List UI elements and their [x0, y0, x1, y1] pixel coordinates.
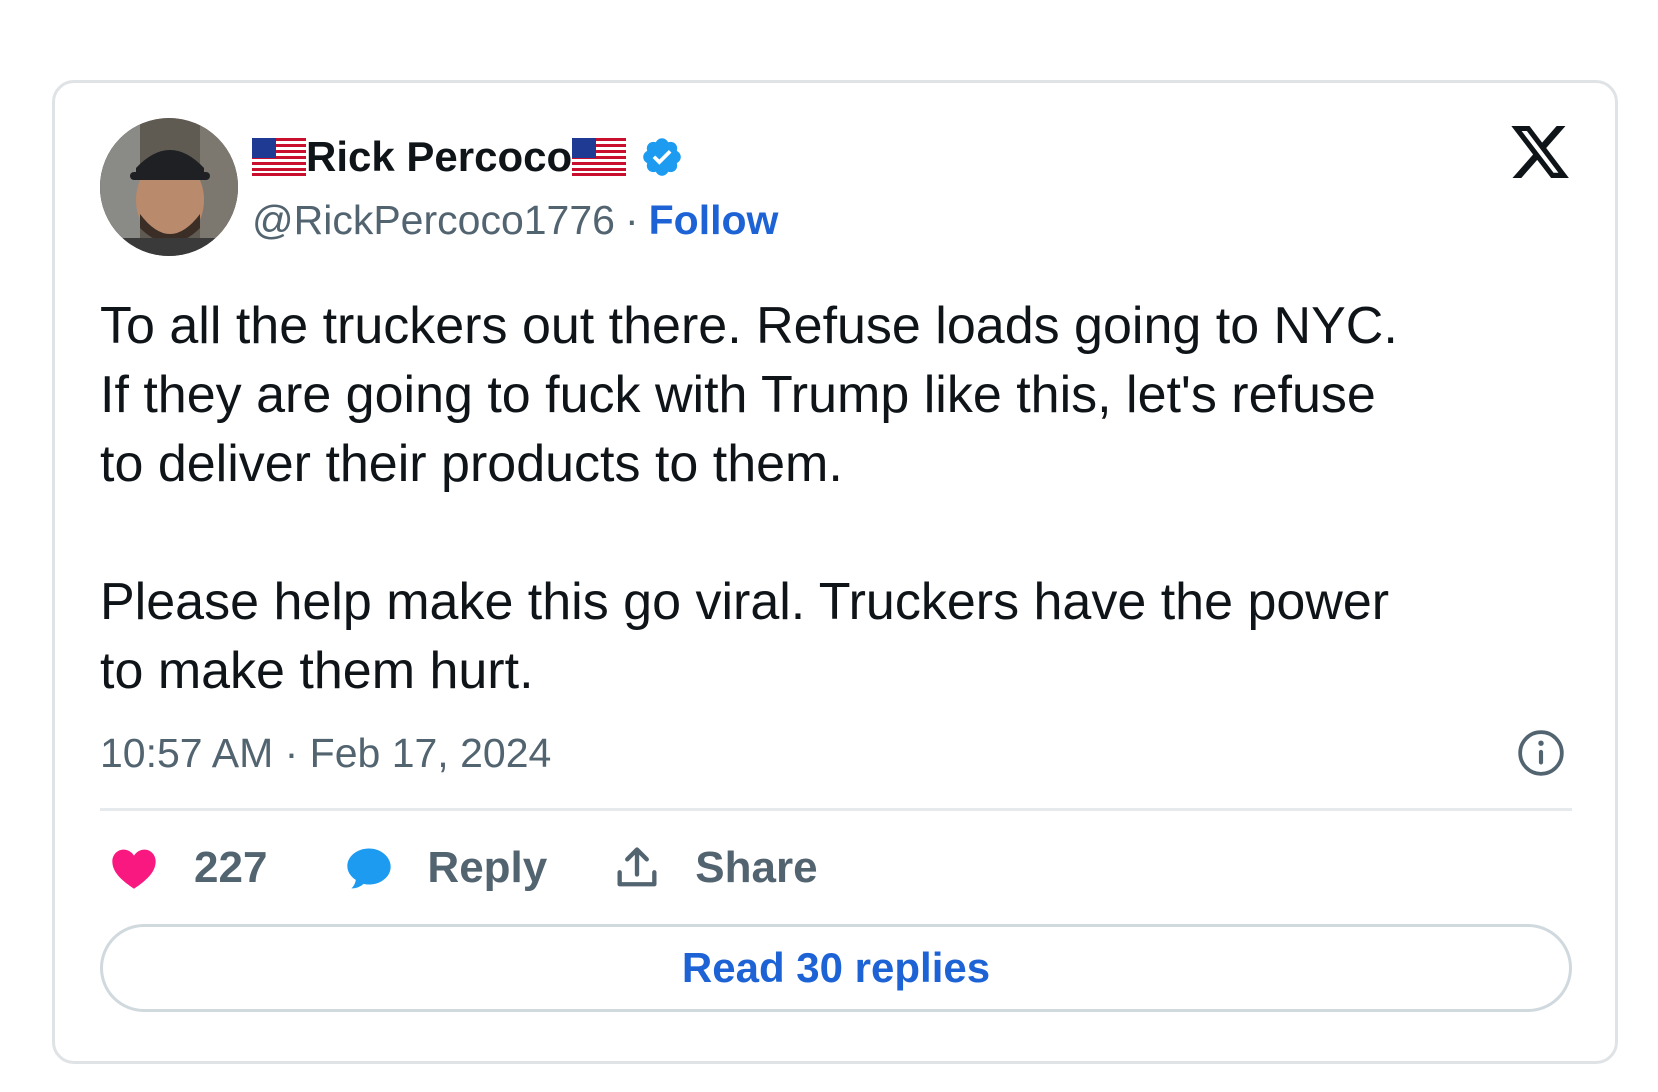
reply-label: Reply — [427, 843, 548, 892]
follow-button[interactable]: Follow — [649, 197, 779, 244]
speech-bubble-icon — [347, 848, 392, 889]
like-count: 227 — [194, 843, 268, 892]
separator-dot: · — [624, 196, 639, 243]
author-handle-row: @RickPercoco1776 · Follow — [252, 196, 778, 244]
author-handle[interactable]: @RickPercoco1776 — [252, 197, 615, 244]
share-upload-icon — [617, 847, 657, 887]
tweet-paragraph: Please help make this go viral. Truckers… — [100, 573, 1390, 700]
reply-button[interactable]: Reply — [343, 842, 547, 894]
action-bar: 227 Reply Share — [108, 838, 818, 898]
read-replies-button[interactable]: Read 30 replies — [100, 924, 1572, 1012]
author-name-row[interactable]: Rick Percoco — [252, 132, 684, 182]
us-flag-icon — [572, 138, 627, 176]
info-icon[interactable] — [1516, 728, 1566, 778]
verified-badge-icon — [643, 138, 681, 176]
divider — [100, 808, 1572, 811]
tweet-paragraph: To all the truckers out there. Refuse lo… — [100, 297, 1398, 493]
share-button[interactable]: Share — [611, 842, 818, 894]
tweet-text: To all the truckers out there. Refuse lo… — [100, 292, 1580, 706]
share-label: Share — [695, 843, 818, 892]
like-button[interactable]: 227 — [108, 842, 267, 894]
heart-icon — [112, 849, 156, 889]
tweet-timestamp[interactable]: 10:57 AM · Feb 17, 2024 — [100, 730, 551, 777]
author-display-name[interactable]: Rick Percoco — [306, 133, 572, 181]
avatar-photo — [100, 118, 238, 256]
x-logo-icon[interactable] — [1508, 120, 1572, 184]
us-flag-icon — [252, 138, 306, 176]
avatar[interactable] — [100, 118, 238, 256]
